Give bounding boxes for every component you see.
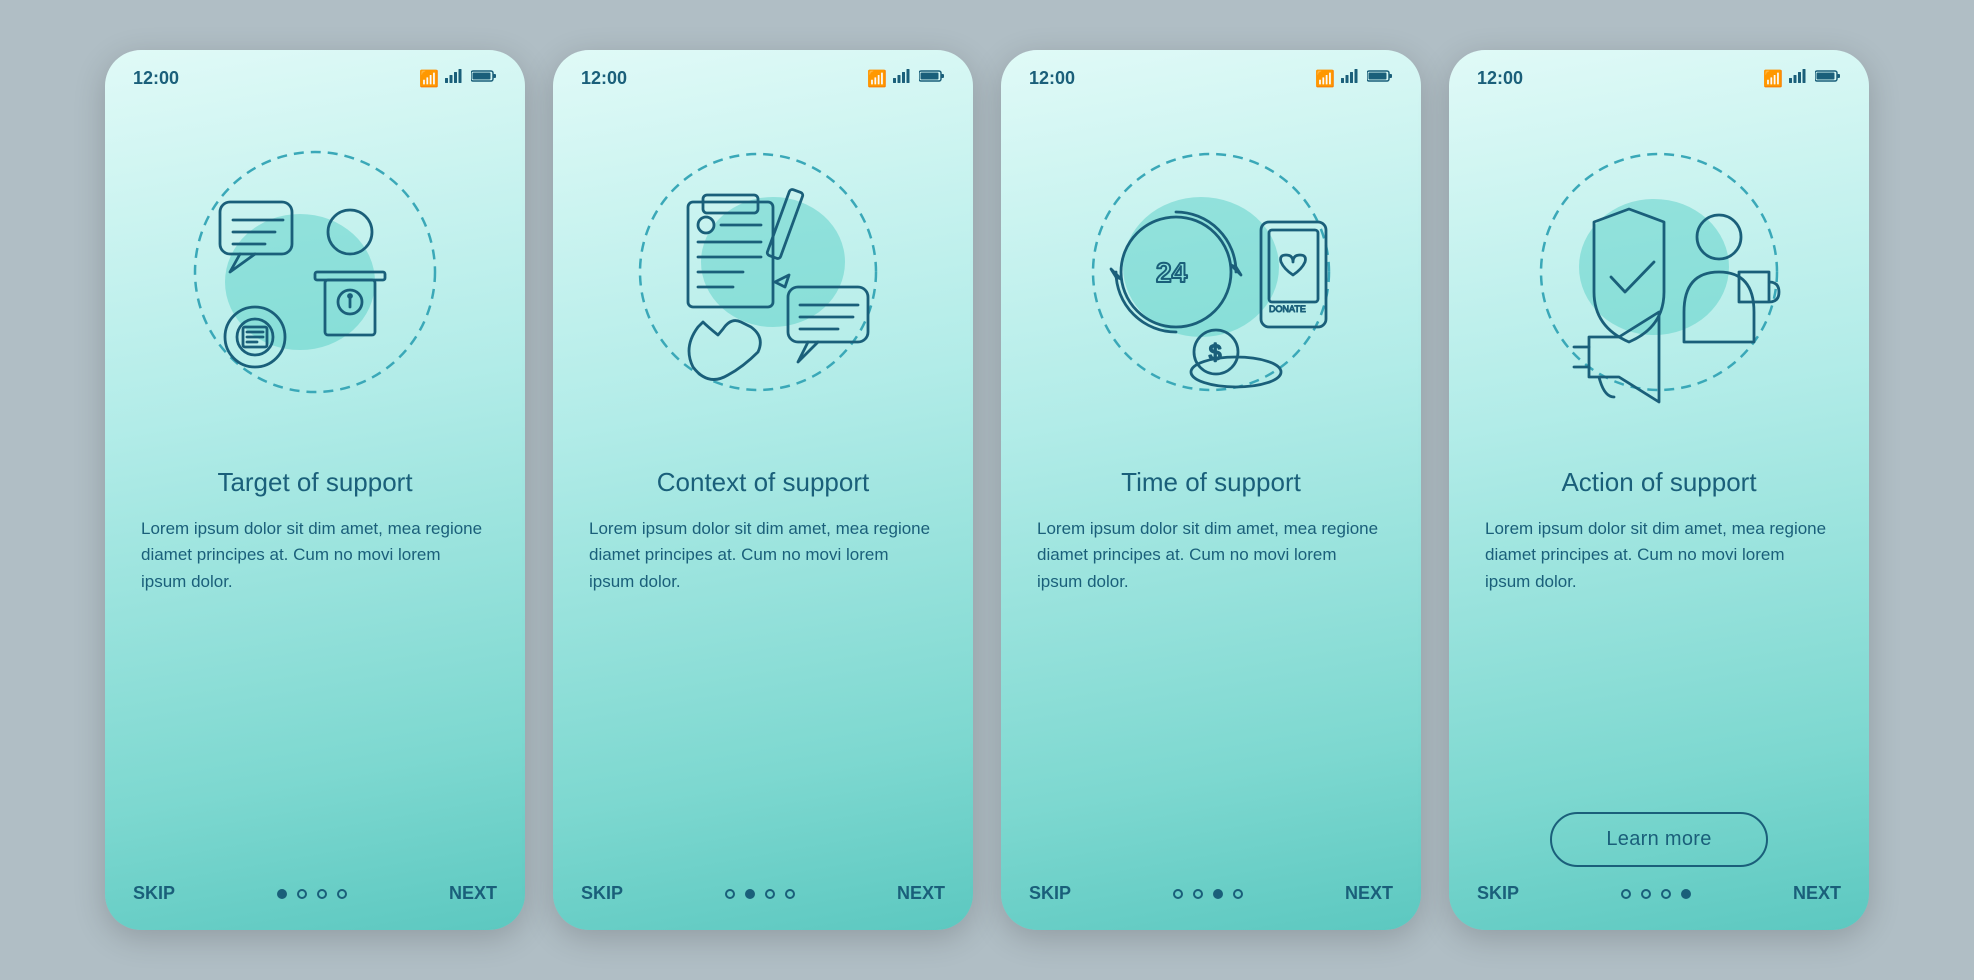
phone-screen-4: 12:00 📶 <box>1449 50 1869 930</box>
svg-text:$: $ <box>1209 340 1221 365</box>
screen-title-3: Time of support <box>1037 467 1385 498</box>
illustration-svg-3: 24 DONATE <box>1051 117 1371 437</box>
phone-screen-1: 12:00 📶 <box>105 50 525 930</box>
screen-desc-4: Lorem ipsum dolor sit dim amet, mea regi… <box>1485 516 1833 794</box>
wifi-icon-3: 📶 <box>1315 69 1335 89</box>
wifi-icon-1: 📶 <box>419 69 439 89</box>
dot-2-1 <box>725 889 735 899</box>
signal-icon-4 <box>1789 69 1809 88</box>
phone-screen-3: 12:00 📶 24 <box>1001 50 1421 930</box>
next-button-4[interactable]: NEXT <box>1793 883 1841 904</box>
screen-desc-1: Lorem ipsum dolor sit dim amet, mea regi… <box>141 516 489 867</box>
content-area-1: Target of support Lorem ipsum dolor sit … <box>105 457 525 867</box>
wifi-icon-4: 📶 <box>1763 69 1783 89</box>
illustration-1 <box>105 97 525 457</box>
next-button-3[interactable]: NEXT <box>1345 883 1393 904</box>
dot-1-1 <box>277 889 287 899</box>
battery-icon-1 <box>471 69 497 88</box>
dot-3-3 <box>1213 889 1223 899</box>
screen-desc-3: Lorem ipsum dolor sit dim amet, mea regi… <box>1037 516 1385 867</box>
status-bar-4: 12:00 📶 <box>1449 50 1869 97</box>
svg-text:DONATE: DONATE <box>1269 304 1306 314</box>
content-area-2: Context of support Lorem ipsum dolor sit… <box>553 457 973 867</box>
dot-2-4 <box>785 889 795 899</box>
status-time-1: 12:00 <box>133 68 179 89</box>
dot-1-4 <box>337 889 347 899</box>
status-icons-2: 📶 <box>867 69 945 89</box>
next-button-1[interactable]: NEXT <box>449 883 497 904</box>
svg-text:24: 24 <box>1156 257 1188 288</box>
battery-icon-3 <box>1367 69 1393 88</box>
dot-1-2 <box>297 889 307 899</box>
status-time-3: 12:00 <box>1029 68 1075 89</box>
content-area-3: Time of support Lorem ipsum dolor sit di… <box>1001 457 1421 867</box>
screen-desc-2: Lorem ipsum dolor sit dim amet, mea regi… <box>589 516 937 867</box>
status-bar-3: 12:00 📶 <box>1001 50 1421 97</box>
signal-icon-2 <box>893 69 913 88</box>
nav-dots-4 <box>1621 889 1691 899</box>
signal-icon-3 <box>1341 69 1361 88</box>
dot-2-3 <box>765 889 775 899</box>
status-bar-1: 12:00 📶 <box>105 50 525 97</box>
phone-screen-2: 12:00 📶 <box>553 50 973 930</box>
illustration-svg-1 <box>155 117 475 437</box>
dot-4-3 <box>1661 889 1671 899</box>
status-icons-3: 📶 <box>1315 69 1393 89</box>
screen-title-2: Context of support <box>589 467 937 498</box>
learn-more-button[interactable]: Learn more <box>1550 812 1767 867</box>
status-time-2: 12:00 <box>581 68 627 89</box>
illustration-3: 24 DONATE <box>1001 97 1421 457</box>
illustration-svg-2 <box>603 117 923 437</box>
status-bar-2: 12:00 📶 <box>553 50 973 97</box>
status-icons-4: 📶 <box>1763 69 1841 89</box>
dot-3-2 <box>1193 889 1203 899</box>
dot-2-2 <box>745 889 755 899</box>
status-icons-1: 📶 <box>419 69 497 89</box>
nav-dots-3 <box>1173 889 1243 899</box>
battery-icon-2 <box>919 69 945 88</box>
screens-container: 12:00 📶 <box>65 10 1909 970</box>
dot-1-3 <box>317 889 327 899</box>
battery-icon-4 <box>1815 69 1841 88</box>
signal-icon-1 <box>445 69 465 88</box>
skip-button-1[interactable]: SKIP <box>133 883 175 904</box>
nav-dots-2 <box>725 889 795 899</box>
nav-dots-1 <box>277 889 347 899</box>
illustration-2 <box>553 97 973 457</box>
dot-3-1 <box>1173 889 1183 899</box>
wifi-icon-2: 📶 <box>867 69 887 89</box>
dot-4-4 <box>1681 889 1691 899</box>
skip-button-2[interactable]: SKIP <box>581 883 623 904</box>
screen-title-1: Target of support <box>141 467 489 498</box>
nav-bar-3: SKIP NEXT <box>1001 867 1421 930</box>
screen-title-4: Action of support <box>1485 467 1833 498</box>
content-area-4: Action of support Lorem ipsum dolor sit … <box>1449 457 1869 867</box>
dot-4-1 <box>1621 889 1631 899</box>
skip-button-4[interactable]: SKIP <box>1477 883 1519 904</box>
dot-3-4 <box>1233 889 1243 899</box>
nav-bar-4: SKIP NEXT <box>1449 867 1869 930</box>
status-time-4: 12:00 <box>1477 68 1523 89</box>
nav-bar-1: SKIP NEXT <box>105 867 525 930</box>
dot-4-2 <box>1641 889 1651 899</box>
skip-button-3[interactable]: SKIP <box>1029 883 1071 904</box>
illustration-svg-4 <box>1499 117 1819 437</box>
nav-bar-2: SKIP NEXT <box>553 867 973 930</box>
illustration-4 <box>1449 97 1869 457</box>
next-button-2[interactable]: NEXT <box>897 883 945 904</box>
